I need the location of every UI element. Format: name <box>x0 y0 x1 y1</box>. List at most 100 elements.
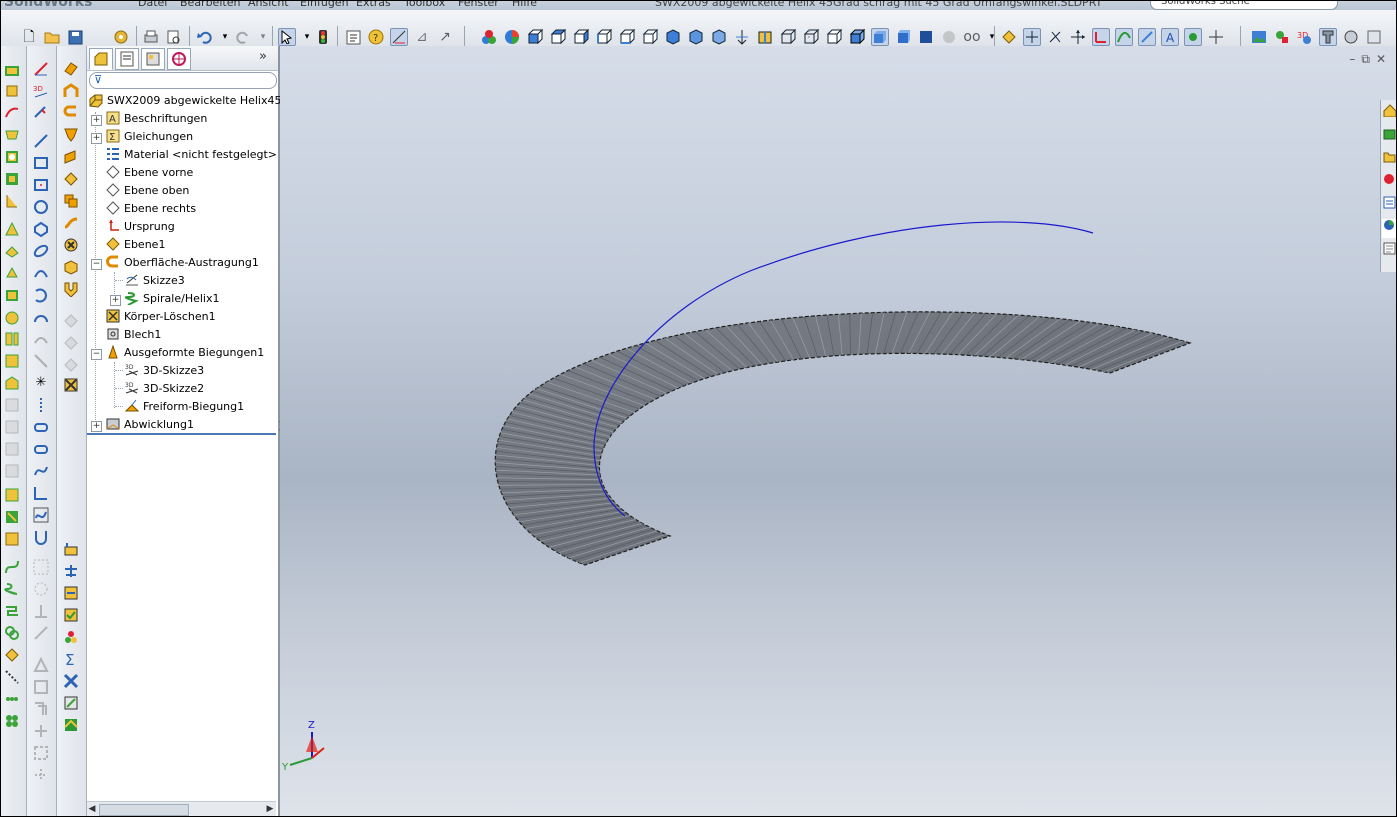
tree-item-ebene-vorne[interactable]: Ebene vorne <box>105 164 193 182</box>
construction-line-icon[interactable] <box>32 396 50 414</box>
spline-icon[interactable] <box>32 462 50 480</box>
center-rectangle-icon[interactable] <box>32 176 50 194</box>
rip-icon[interactable] <box>62 356 80 374</box>
swept-boss-icon[interactable] <box>3 104 21 122</box>
tree-item-ebene-oben[interactable]: Ebene oben <box>105 182 189 200</box>
intersect-icon[interactable] <box>3 440 21 458</box>
rebuild-icon[interactable] <box>314 28 332 46</box>
tree-item-3d-skizze2[interactable]: 3D 3D-Skizze2 <box>124 380 204 398</box>
geometry-analysis-icon[interactable] <box>62 628 80 646</box>
tab-featuremanager[interactable] <box>89 48 113 70</box>
view-bottom-icon[interactable] <box>641 28 659 46</box>
more-tools-icon[interactable] <box>1365 28 1383 46</box>
mass-properties-icon[interactable] <box>62 562 80 580</box>
dome-icon[interactable] <box>3 308 21 326</box>
fillet-sketch-icon[interactable] <box>32 484 50 502</box>
add-relation-icon[interactable] <box>32 602 50 620</box>
scroll-left-icon[interactable]: ◀ <box>87 802 97 816</box>
polygon-icon[interactable] <box>32 220 50 238</box>
split-line-icon[interactable] <box>3 602 21 620</box>
sketch-grid-icon[interactable] <box>390 28 408 46</box>
parabola-icon[interactable] <box>32 264 50 282</box>
tab-configurationmanager[interactable] <box>141 48 165 70</box>
collapse-toggle[interactable]: − <box>91 349 102 360</box>
expand-toggle[interactable]: + <box>91 421 102 432</box>
curves-icon[interactable] <box>3 558 21 576</box>
jog-icon[interactable] <box>62 192 80 210</box>
mirror-icon[interactable] <box>3 330 21 348</box>
view-dropdown-icon[interactable]: ▾ <box>983 28 1001 46</box>
shadows-icon[interactable] <box>917 28 935 46</box>
tree-item-blech1[interactable]: Blech1 <box>105 326 161 344</box>
view-front-icon[interactable] <box>526 28 544 46</box>
menu-item-bearbeiten[interactable]: Bearbeiten <box>180 0 240 9</box>
tree-item-ebene1[interactable]: Ebene1 <box>105 236 165 254</box>
circle-icon[interactable] <box>32 198 50 216</box>
view-back-icon[interactable] <box>549 28 567 46</box>
smart-dimension-tool-icon[interactable] <box>32 104 50 122</box>
undo-icon[interactable] <box>196 28 214 46</box>
menu-item-ansicht[interactable]: Ansicht <box>248 0 289 9</box>
tangent-arc-icon[interactable] <box>32 308 50 326</box>
draft-icon[interactable] <box>3 264 21 282</box>
revolved-cut-icon[interactable] <box>3 170 21 188</box>
tree-item-skizze3[interactable]: Skizze3 <box>124 272 185 290</box>
view-dimetric-icon[interactable] <box>710 28 728 46</box>
trim-entities-icon[interactable] <box>32 528 50 546</box>
menu-item-toolbox[interactable]: Toolbox <box>404 0 445 9</box>
hole-wizard-icon[interactable] <box>3 352 21 370</box>
glasses-icon[interactable]: oo <box>963 28 981 46</box>
view-cameras-icon[interactable] <box>1207 28 1225 46</box>
sketch-icon[interactable] <box>32 60 50 78</box>
appearance-icon[interactable] <box>503 28 521 46</box>
tree-item-beschriftungen[interactable]: A Beschriftungen <box>105 110 207 128</box>
view-origins-icon[interactable] <box>1069 28 1087 46</box>
view-curves-icon[interactable] <box>1115 28 1133 46</box>
convert-entities-icon[interactable] <box>32 722 50 740</box>
view-trimetric-icon[interactable] <box>687 28 705 46</box>
point-pattern-icon[interactable] <box>3 690 21 708</box>
wireframe-icon[interactable] <box>779 28 797 46</box>
hidden-lines-visible-icon[interactable] <box>802 28 820 46</box>
print-preview-icon[interactable] <box>165 28 183 46</box>
collapse-panel-icon[interactable]: » <box>259 49 267 64</box>
section-view-icon[interactable] <box>756 28 774 46</box>
sustainability-icon[interactable] <box>1342 28 1360 46</box>
search-results-icon[interactable] <box>1382 173 1397 192</box>
search-input[interactable]: SolidWorks Suche <box>1150 0 1338 10</box>
extruded-boss-icon[interactable] <box>3 60 21 78</box>
help-icon[interactable]: ? <box>367 28 385 46</box>
menu-item-fenster[interactable]: Fenster <box>458 0 499 9</box>
break-corner-icon[interactable] <box>62 280 80 298</box>
select-pointer-icon[interactable] <box>278 28 296 46</box>
new-document-icon[interactable]: 🗋 <box>20 28 38 46</box>
no-bends-icon[interactable] <box>62 334 80 352</box>
welded-corner-icon[interactable] <box>62 258 80 276</box>
view-isometric-icon[interactable] <box>664 28 682 46</box>
reference-plane-icon[interactable] <box>3 646 21 664</box>
open-folder-icon[interactable] <box>43 28 61 46</box>
closed-corner-icon[interactable] <box>62 236 80 254</box>
appearances-scenes-icon[interactable] <box>1382 219 1397 238</box>
text-sketch-icon[interactable] <box>32 506 50 524</box>
display-states-icon[interactable] <box>480 28 498 46</box>
view-axes-icon[interactable] <box>1023 28 1041 46</box>
menu-item-hilfe[interactable]: Hilfe <box>512 0 537 9</box>
tree-item-material[interactable]: Material <nicht festgelegt> <box>105 146 277 164</box>
tree-filter-input[interactable]: ⊽ <box>89 72 277 89</box>
shaded-with-edges-icon[interactable] <box>848 28 866 46</box>
circular-sketch-pattern-icon[interactable] <box>32 580 50 598</box>
solidworks-resources-icon[interactable] <box>1382 104 1397 123</box>
tree-item-spirale-helix1[interactable]: Spirale/Helix1 <box>124 290 219 308</box>
hidden-lines-removed-icon[interactable] <box>825 28 843 46</box>
collapse-toggle[interactable]: − <box>91 259 102 270</box>
ellipse-icon[interactable] <box>32 242 50 260</box>
simulation-icon[interactable] <box>1273 28 1291 46</box>
delete-body-tool-icon[interactable] <box>3 508 21 526</box>
expand-toggle[interactable]: + <box>91 115 102 126</box>
file-explorer-icon[interactable] <box>1382 150 1397 169</box>
tree-item-oberflaeche-austragung1[interactable]: Oberfläche-Austragung1 <box>105 254 259 272</box>
move-entities-icon[interactable] <box>32 766 50 784</box>
lofted-boss-icon[interactable] <box>3 126 21 144</box>
view-planes-icon[interactable] <box>1000 28 1018 46</box>
